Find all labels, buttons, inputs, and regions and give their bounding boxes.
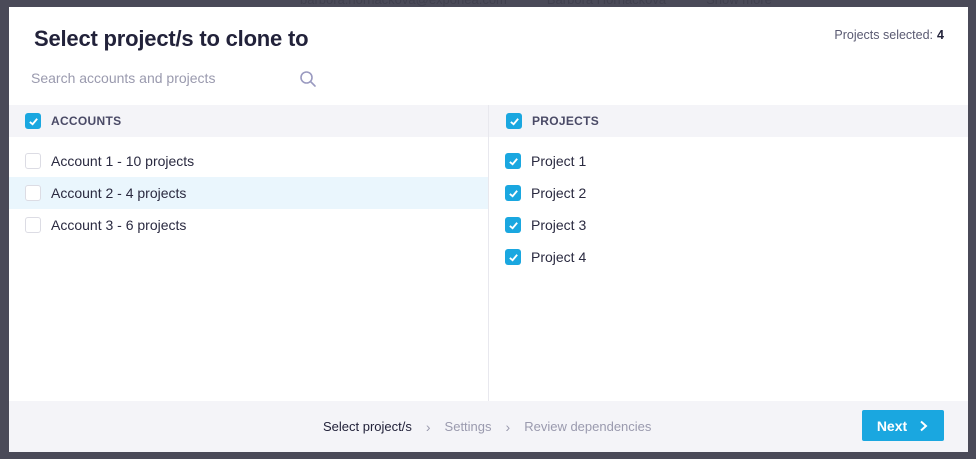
check-icon bbox=[508, 157, 518, 166]
background-content: barbora.hornackova@exponea.comBarbora Ho… bbox=[300, 0, 812, 7]
accounts-list: Account 1 - 10 projects Account 2 - 4 pr… bbox=[9, 137, 488, 241]
account-row[interactable]: Account 1 - 10 projects bbox=[9, 145, 488, 177]
search-icon[interactable] bbox=[299, 70, 317, 88]
next-button-label: Next bbox=[876, 417, 908, 434]
project-label: Project 3 bbox=[531, 217, 587, 233]
modal-title: Select project/s to clone to bbox=[34, 26, 309, 51]
projects-selected-counter: Projects selected: 4 bbox=[834, 28, 944, 42]
account-row[interactable]: Account 3 - 6 projects bbox=[9, 209, 488, 241]
check-icon bbox=[509, 117, 519, 126]
accounts-header-label: ACCOUNTS bbox=[51, 114, 122, 128]
project-label: Project 4 bbox=[531, 249, 587, 265]
check-icon bbox=[508, 189, 518, 198]
account-label: Account 3 - 6 projects bbox=[51, 217, 187, 233]
projects-select-all-checkbox[interactable] bbox=[506, 113, 522, 129]
accounts-column: ACCOUNTS Account 1 - 10 projects Account… bbox=[9, 105, 489, 401]
project-row[interactable]: Project 2 bbox=[489, 177, 968, 209]
chevron-right-icon: › bbox=[425, 418, 431, 435]
modal-footer: Select project/s › Settings › Review dep… bbox=[9, 401, 968, 452]
account-label: Account 2 - 4 projects bbox=[51, 185, 187, 201]
account-checkbox[interactable] bbox=[25, 153, 41, 169]
chevron-right-icon bbox=[920, 420, 928, 431]
step-review-dependencies: Review dependencies bbox=[524, 419, 652, 434]
account-checkbox[interactable] bbox=[25, 185, 41, 201]
project-label: Project 1 bbox=[531, 153, 587, 169]
accounts-select-all-checkbox[interactable] bbox=[25, 113, 41, 129]
projects-header-label: PROJECTS bbox=[532, 114, 600, 128]
clone-project-modal: Select project/s to clone to Projects se… bbox=[9, 7, 968, 452]
projects-selected-value: 4 bbox=[937, 28, 944, 42]
chevron-right-icon: › bbox=[505, 418, 511, 435]
account-label: Account 1 - 10 projects bbox=[51, 153, 195, 169]
step-select-projects: Select project/s bbox=[323, 419, 412, 434]
project-checkbox[interactable] bbox=[505, 217, 521, 233]
project-label: Project 2 bbox=[531, 185, 587, 201]
projects-header: PROJECTS bbox=[489, 105, 968, 137]
next-button[interactable]: Next bbox=[862, 410, 944, 441]
step-breadcrumb: Select project/s › Settings › Review dep… bbox=[323, 401, 651, 452]
project-checkbox[interactable] bbox=[505, 249, 521, 265]
project-checkbox[interactable] bbox=[505, 185, 521, 201]
project-checkbox[interactable] bbox=[505, 153, 521, 169]
search-input[interactable] bbox=[31, 66, 291, 90]
check-icon bbox=[28, 117, 38, 126]
projects-selected-label: Projects selected: bbox=[834, 28, 934, 42]
accounts-header: ACCOUNTS bbox=[9, 105, 488, 137]
project-row[interactable]: Project 3 bbox=[489, 209, 968, 241]
project-row[interactable]: Project 1 bbox=[489, 145, 968, 177]
account-row[interactable]: Account 2 - 4 projects bbox=[9, 177, 488, 209]
step-settings: Settings bbox=[444, 419, 492, 434]
search-box bbox=[31, 66, 321, 92]
check-icon bbox=[508, 253, 518, 262]
projects-list: Project 1 Project 2 Project 3 Project 4 bbox=[489, 137, 968, 273]
modal-header: Select project/s to clone to Projects se… bbox=[9, 7, 968, 105]
project-row[interactable]: Project 4 bbox=[489, 241, 968, 273]
projects-column: PROJECTS Project 1 Project 2 Project 3 P… bbox=[489, 105, 968, 401]
account-checkbox[interactable] bbox=[25, 217, 41, 233]
check-icon bbox=[508, 221, 518, 230]
